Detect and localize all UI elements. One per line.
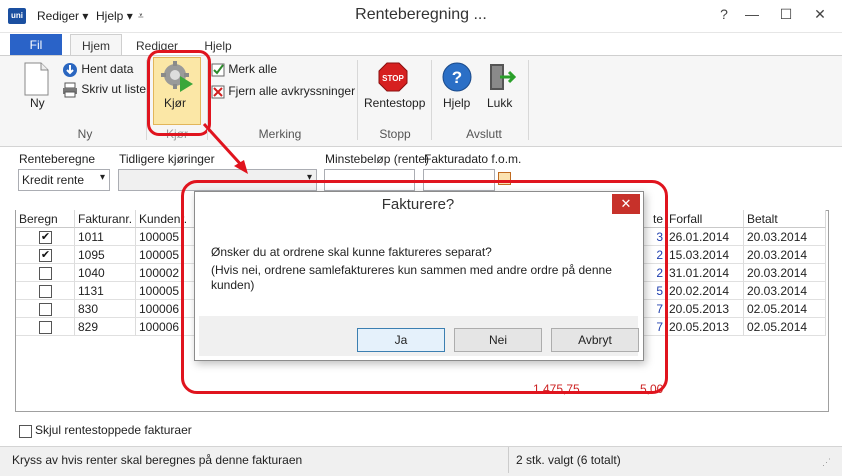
cell-fakturanr[interactable]: 1095 [75,246,136,264]
cell-fakturanr[interactable]: 829 [75,318,136,336]
selection-count: 2 stk. valgt (6 totalt) [516,453,621,467]
hjelp-button[interactable]: ? [442,62,472,95]
row-checkbox[interactable]: ✔ [16,228,75,246]
resize-grip-icon[interactable]: ⋰ [822,457,831,468]
row-checkbox[interactable] [16,264,75,282]
skjul-label: Skjul rentestoppede fakturaer [35,423,192,437]
cell-betalt[interactable]: 20.03.2014 [744,282,826,300]
exit-door-icon [490,64,517,90]
printer-icon [63,82,77,98]
new-label: Ny [30,96,45,110]
hent-data-button[interactable]: Hent data [62,62,133,80]
check-all-icon [211,63,225,77]
chevron-down-icon: ▾ [99,172,105,183]
row-checkbox[interactable] [16,318,75,336]
stop-sign-icon: STOP [378,62,408,92]
checkbox[interactable]: ✔ [39,249,52,262]
cell-betalt[interactable]: 20.03.2014 [744,246,826,264]
row-checkbox[interactable]: ✔ [16,246,75,264]
cell-betalt[interactable]: 02.05.2014 [744,318,826,336]
checkbox[interactable] [39,321,52,334]
row-checkbox[interactable] [16,300,75,318]
merk-alle-button[interactable]: Merk alle [211,62,277,80]
cell-forfall[interactable]: 20.05.2013 [666,318,744,336]
column-header-beregn[interactable]: Beregn [16,210,75,228]
column-header-fakturanr[interactable]: Fakturanr. [75,210,136,228]
status-separator [508,447,509,473]
checkbox[interactable] [39,285,52,298]
renteberegne-select[interactable]: Kredit rente ▾ [18,169,110,191]
tab-hjem[interactable]: Hjem [70,34,122,57]
ribbon-separator [431,60,432,140]
cell-fakturanr[interactable]: 1040 [75,264,136,282]
cell-fakturanr[interactable]: 830 [75,300,136,318]
renteberegne-label: Renteberegne [19,152,96,166]
group-label-avslutt: Avslutt [466,127,502,141]
rentestopp-label: Rentestopp [364,96,426,110]
cell-fakturanr[interactable]: 1011 [75,228,136,246]
hjelp-label: Hjelp [443,96,471,110]
tab-fil[interactable]: Fil [10,34,62,56]
close-button[interactable]: ✕ [806,2,834,26]
svg-text:?: ? [452,68,462,87]
group-label-ny: Ny [77,127,93,141]
column-header-forfall[interactable]: Forfall [666,210,744,228]
lukk-button[interactable] [486,62,517,95]
svg-text:STOP: STOP [382,74,404,83]
maximize-button[interactable]: ☐ [772,2,800,26]
ribbon-separator [357,60,358,140]
help-window-icon[interactable]: ? [710,2,738,26]
minstebelop-label: Minstebeløp (rente) [325,152,430,166]
uncheck-all-icon [211,85,225,99]
group-label-stopp: Stopp [379,127,411,141]
skjul-checkbox[interactable] [19,425,32,438]
cell-forfall[interactable]: 15.03.2014 [666,246,744,264]
download-icon [63,63,77,77]
new-button[interactable] [22,62,52,98]
minimize-button[interactable]: — [738,2,766,26]
column-header-betalt[interactable]: Betalt [744,210,826,228]
cell-forfall[interactable]: 20.05.2013 [666,300,744,318]
lukk-label: Lukk [487,96,513,110]
fakturadato-label: Fakturadato f.o.m. [424,152,522,166]
new-document-icon [24,62,49,96]
annotation-box-dialog [181,180,668,394]
annotation-arrow [202,122,248,174]
cell-forfall[interactable]: 31.01.2014 [666,264,744,282]
cell-betalt[interactable]: 02.05.2014 [744,300,826,318]
cell-betalt[interactable]: 20.03.2014 [744,228,826,246]
checkbox[interactable]: ✔ [39,231,52,244]
cell-betalt[interactable]: 20.03.2014 [744,264,826,282]
cell-forfall[interactable]: 20.02.2014 [666,282,744,300]
skriv-ut-liste-button[interactable]: Skriv ut liste [62,82,146,100]
ribbon-separator [528,60,529,140]
rentestopp-button[interactable]: STOP [378,62,408,95]
cell-fakturanr[interactable]: 1131 [75,282,136,300]
row-checkbox[interactable] [16,282,75,300]
checkbox[interactable] [39,267,52,280]
status-text: Kryss av hvis renter skal beregnes på de… [12,453,303,467]
fjern-alle-button[interactable]: Fjern alle avkryssninger [211,84,355,102]
checkbox[interactable] [39,303,52,316]
help-icon: ? [442,62,472,92]
cell-forfall[interactable]: 26.01.2014 [666,228,744,246]
